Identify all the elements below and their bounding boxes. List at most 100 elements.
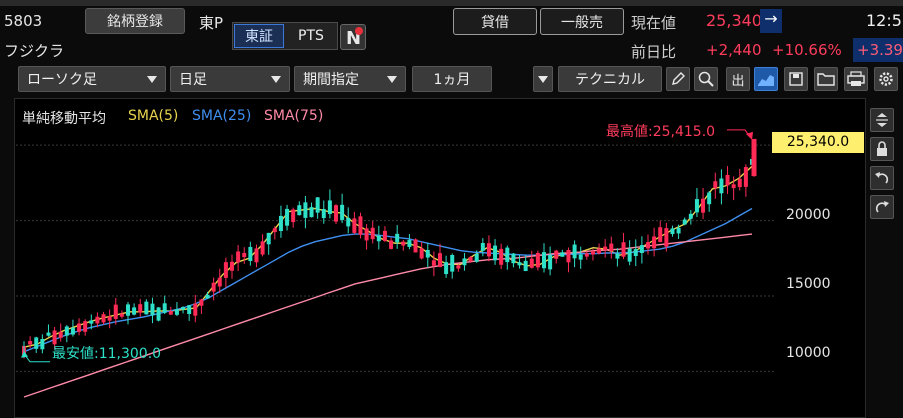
candle-body bbox=[211, 282, 216, 292]
candle-body bbox=[303, 202, 308, 218]
candle-body bbox=[535, 252, 540, 268]
candle-body bbox=[126, 304, 130, 316]
y-tick-label: 20000 bbox=[786, 207, 831, 223]
y-tick-label: 10000 bbox=[786, 345, 831, 361]
candle-body bbox=[627, 248, 632, 262]
candle-body bbox=[223, 262, 228, 278]
min-price-label: 最安値:11,300.0 bbox=[52, 346, 162, 362]
candle-body bbox=[578, 254, 583, 260]
candle-body bbox=[315, 197, 320, 213]
candle-body bbox=[682, 219, 687, 225]
candle-body bbox=[590, 251, 595, 255]
candle-body bbox=[113, 304, 118, 319]
candle-body bbox=[615, 253, 620, 259]
candle-body bbox=[199, 299, 204, 306]
candle-body bbox=[639, 245, 644, 254]
candle-body bbox=[633, 249, 638, 257]
candle-body bbox=[646, 242, 650, 249]
candle-body bbox=[248, 246, 253, 261]
candle-body bbox=[291, 209, 296, 223]
redo-icon[interactable] bbox=[870, 195, 894, 219]
candle-body bbox=[95, 316, 100, 324]
candle-body bbox=[517, 262, 522, 266]
candle-body bbox=[272, 228, 277, 233]
candle-body bbox=[456, 265, 461, 269]
candle-body bbox=[511, 253, 516, 264]
candle-body bbox=[707, 192, 712, 205]
candle-body bbox=[529, 258, 534, 268]
candle-body bbox=[493, 245, 498, 261]
candle-body bbox=[444, 262, 449, 275]
candle-body bbox=[743, 166, 748, 187]
candle-body bbox=[254, 248, 259, 263]
candle-body bbox=[260, 241, 265, 255]
candle-body bbox=[572, 244, 577, 259]
candle-body bbox=[566, 250, 571, 263]
candle-body bbox=[609, 243, 614, 252]
candle-body bbox=[419, 248, 424, 259]
candle-body bbox=[407, 240, 412, 247]
candle-body bbox=[242, 252, 247, 258]
undo-icon[interactable] bbox=[870, 166, 894, 190]
candle-body bbox=[40, 338, 45, 350]
candle-body bbox=[285, 208, 290, 226]
max-price-label: 最高値:25,415.0 bbox=[606, 124, 716, 140]
candle-body bbox=[425, 249, 430, 258]
sma25-line bbox=[23, 207, 753, 353]
candle-body bbox=[132, 307, 137, 315]
candle-body bbox=[554, 250, 559, 259]
candle-body bbox=[138, 304, 143, 313]
candle-body bbox=[584, 253, 589, 257]
last-price-tag: 25,340.0 bbox=[772, 132, 864, 153]
candle-body bbox=[621, 242, 626, 257]
candle-body bbox=[652, 236, 657, 249]
candle-body bbox=[499, 248, 504, 265]
candle-body bbox=[58, 331, 63, 338]
candle-body bbox=[64, 326, 69, 336]
candle-body bbox=[278, 215, 283, 232]
candle-body bbox=[297, 205, 302, 216]
candle-body bbox=[389, 240, 394, 249]
candle-body bbox=[150, 303, 155, 316]
candle-body bbox=[370, 227, 375, 240]
candle-body bbox=[413, 239, 418, 253]
candle-body bbox=[382, 230, 387, 241]
candle-body bbox=[548, 254, 553, 270]
collapse-icon[interactable] bbox=[870, 108, 894, 132]
candle-body bbox=[340, 204, 345, 220]
candle-body bbox=[358, 216, 363, 235]
candle-body bbox=[597, 248, 602, 254]
lock-icon[interactable] bbox=[870, 137, 894, 161]
candle-body bbox=[187, 305, 192, 314]
candle-body bbox=[236, 251, 241, 263]
candle-body bbox=[83, 321, 88, 332]
candle-body bbox=[181, 307, 186, 310]
candle-body bbox=[719, 178, 724, 194]
candle-body bbox=[28, 341, 33, 345]
candle-body bbox=[542, 252, 546, 269]
candle-body bbox=[731, 184, 736, 189]
candle-body bbox=[670, 228, 675, 235]
candle-body bbox=[474, 253, 479, 262]
sma5-line bbox=[23, 165, 753, 348]
candle-body bbox=[395, 233, 400, 243]
candle-body bbox=[352, 218, 357, 233]
candle-body bbox=[327, 200, 332, 215]
candle-body bbox=[694, 199, 699, 213]
candle-body bbox=[401, 241, 406, 246]
candle-body bbox=[438, 253, 442, 268]
candle-body bbox=[205, 294, 210, 299]
candle-body bbox=[89, 320, 94, 324]
candle-body bbox=[713, 181, 718, 189]
candle-body bbox=[168, 311, 173, 315]
candle-body bbox=[174, 309, 179, 315]
candle-body bbox=[688, 213, 693, 219]
candle-body bbox=[560, 252, 565, 257]
max-pointer bbox=[727, 129, 751, 138]
candle-body bbox=[217, 277, 222, 287]
candle-body bbox=[376, 235, 381, 242]
min-pointer bbox=[23, 353, 50, 363]
candle-body bbox=[193, 303, 198, 316]
candle-body bbox=[658, 227, 663, 242]
candle-body bbox=[725, 174, 730, 186]
